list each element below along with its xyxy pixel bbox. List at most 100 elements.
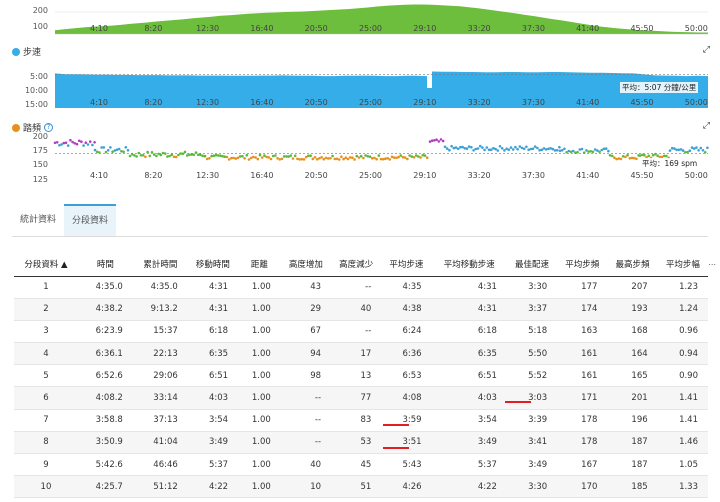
- cadence-point: [298, 158, 301, 161]
- cadence-point: [423, 154, 427, 157]
- column-header-11[interactable]: 最高步頻: [607, 252, 658, 277]
- cadence-point: [688, 149, 692, 152]
- table-cell: 4:26: [381, 475, 432, 499]
- cadence-point: [454, 146, 458, 149]
- cadence-point: [582, 151, 586, 154]
- table-row[interactable]: 7 3:58.8 37:13 3:54 1.00 -- 83 3:59 3:54 3:39 178 1…: [14, 409, 708, 432]
- cadence-point: [565, 151, 568, 154]
- cadence-point: [91, 143, 94, 147]
- cadence-point: [150, 151, 154, 154]
- cadence-point: [558, 149, 562, 153]
- cadence-point: [241, 154, 244, 158]
- table-row[interactable]: 10 4:25.7 51:12 4:22 1.00 10 51 4:26 4:22 3:30 170…: [14, 475, 708, 499]
- cadence-point: [569, 150, 573, 154]
- table-cell: 7: [14, 409, 78, 432]
- table-cell: 6:51: [187, 364, 239, 388]
- table-row[interactable]: 2 4:38.2 9:13.2 4:31 1.00 29 40 4:38 4:31 3:37 174…: [14, 298, 708, 321]
- cadence-point: [75, 142, 79, 146]
- table-cell: 1.00: [238, 298, 281, 321]
- tab-statistics[interactable]: 統計資料: [12, 204, 64, 236]
- cadence-point: [62, 141, 66, 145]
- cadence-point: [507, 148, 511, 151]
- cadence-point: [137, 151, 141, 155]
- cadence-point: [293, 154, 297, 158]
- cadence-point: [511, 148, 515, 151]
- cadence-ytick-150: 150: [32, 160, 48, 169]
- column-header-6[interactable]: 高度減少: [331, 252, 382, 277]
- more-columns-indicator[interactable]: ...: [708, 258, 716, 267]
- cadence-point: [604, 147, 608, 150]
- cadence-point: [628, 157, 632, 160]
- table-row[interactable]: 1 4:35.0 4:35.0 4:31 1.00 43 -- 4:35 4:31 3:30 177…: [14, 276, 708, 299]
- column-header-10[interactable]: 平均步頻: [557, 252, 608, 277]
- column-header-7[interactable]: 平均步速: [381, 252, 432, 277]
- cadence-point: [563, 147, 566, 151]
- column-header-0[interactable]: 分段資料 ▲: [14, 252, 78, 277]
- table-row[interactable]: 8 3:50.9 41:04 3:49 1.00 -- 53 3:51 3:49 3:41 178 1…: [14, 431, 708, 455]
- table-cell: 15:37: [132, 320, 188, 344]
- cadence-point: [260, 156, 264, 159]
- cadence-point: [265, 155, 268, 159]
- cadence-point: [435, 138, 438, 141]
- cadence-point: [443, 145, 447, 149]
- cadence-xtick: 33:20: [467, 171, 491, 180]
- column-header-1[interactable]: 時間: [77, 252, 133, 277]
- cadence-point: [326, 157, 330, 160]
- column-header-3[interactable]: 移動時間: [187, 252, 239, 277]
- cadence-point: [212, 154, 216, 157]
- table-cell: 6:51: [431, 364, 507, 388]
- table-row[interactable]: 9 5:42.6 46:46 5:37 1.00 40 45 5:43 5:37 3:49 167 1…: [14, 453, 708, 477]
- cadence-point: [498, 145, 502, 148]
- cadence-point: [157, 152, 160, 156]
- column-header-2[interactable]: 累計時間: [132, 252, 188, 277]
- cadence-point: [397, 155, 400, 159]
- cadence-point: [86, 143, 90, 146]
- table-cell: 1.00: [238, 475, 281, 499]
- cadence-point: [630, 156, 634, 160]
- table-cell: 1: [14, 276, 78, 299]
- cadence-point: [214, 153, 218, 157]
- cadence-point: [111, 150, 114, 153]
- table-row[interactable]: 6 4:08.2 33:14 4:03 1.00 -- 77 4:08 4:03 3:03 171 2…: [14, 386, 708, 410]
- table-row[interactable]: 5 6:52.6 29:06 6:51 1.00 98 13 6:53 6:51 5:52 161 1…: [14, 364, 708, 388]
- cadence-point: [437, 140, 441, 143]
- cadence-point: [170, 153, 174, 157]
- table-cell: 33:14: [132, 386, 188, 410]
- cadence-point: [395, 156, 398, 160]
- cadence-point: [419, 156, 422, 159]
- cadence-point: [386, 156, 389, 160]
- table-cell: 40: [280, 453, 332, 477]
- cadence-point: [247, 158, 251, 161]
- elevation-xtick: 4:10: [90, 24, 108, 33]
- cadence-point: [624, 155, 627, 159]
- pace-chart: 步速 ⤢ 5:00 10:00 15:00 平均：5:07 分鐘/公里 4:10…: [0, 42, 720, 114]
- table-cell: 10: [280, 475, 332, 499]
- elevation-xtick: 41:40: [576, 24, 600, 33]
- table-row[interactable]: 4 6:36.1 22:13 6:35 1.00 94 17 6:36 6:35 5:50 161 1…: [14, 342, 708, 366]
- table-cell: 3:50.9: [77, 431, 133, 455]
- cadence-point: [324, 156, 328, 160]
- column-header-12[interactable]: 平均步幅: [657, 252, 708, 277]
- table-cell: --: [331, 276, 382, 299]
- cadence-point: [448, 148, 451, 152]
- cadence-point: [589, 150, 593, 153]
- cadence-point: [146, 150, 149, 154]
- table-cell: 6: [14, 386, 78, 410]
- cadence-point: [503, 149, 506, 152]
- column-header-4[interactable]: 距離: [238, 252, 281, 277]
- cadence-point: [267, 156, 271, 159]
- cadence-point: [531, 147, 535, 150]
- cadence-point: [331, 154, 334, 158]
- cadence-point: [430, 139, 434, 142]
- table-cell: 3:03: [506, 386, 558, 410]
- column-header-8[interactable]: 平均移動步速: [431, 252, 507, 277]
- table-cell: 13: [331, 364, 382, 388]
- column-header-9[interactable]: 最佳配速: [506, 252, 558, 277]
- column-header-5[interactable]: 高度增加: [280, 252, 332, 277]
- cadence-point: [115, 148, 119, 151]
- table-cell: 178: [557, 431, 608, 455]
- table-row[interactable]: 3 6:23.9 15:37 6:18 1.00 67 -- 6:24 6:18 5:18 163 1…: [14, 320, 708, 344]
- table-cell: 1.00: [238, 320, 281, 344]
- cadence-point: [130, 152, 134, 156]
- tab-splits[interactable]: 分段資料: [64, 204, 117, 236]
